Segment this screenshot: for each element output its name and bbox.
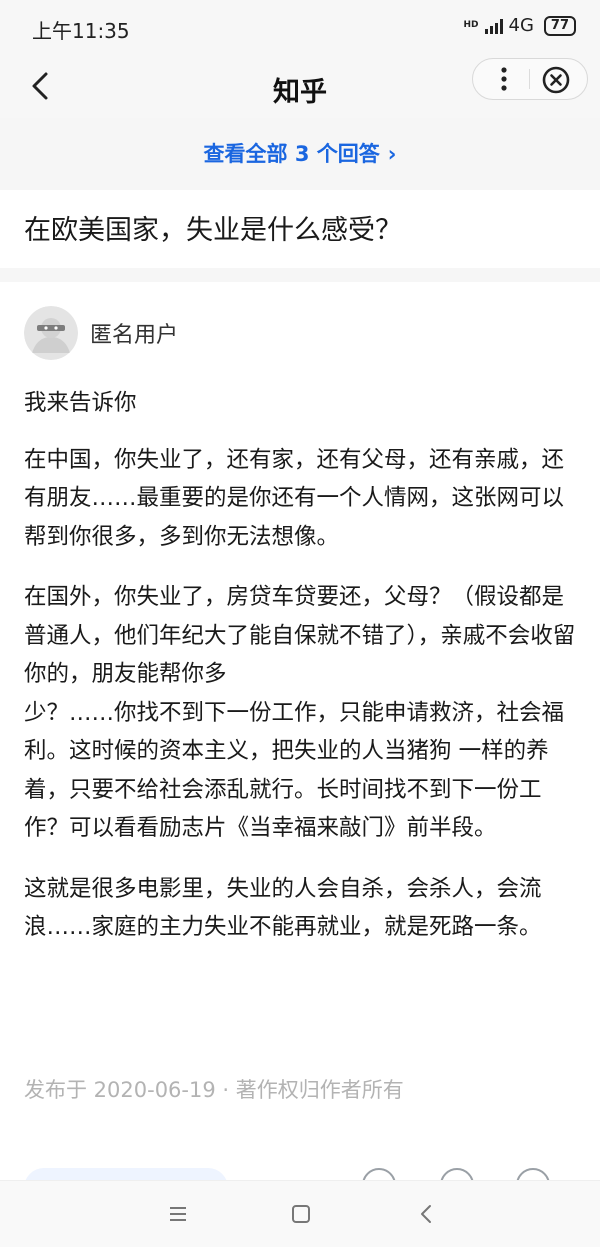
answer-paragraph: 在国外，你失业了，房贷车贷要还，父母？（假设都是普通人，他们年纪大了能自保就不错… (24, 584, 576, 841)
more-options-icon[interactable] (487, 62, 521, 96)
status-time: 上午11:35 (32, 19, 130, 43)
hd-indicator: HD (463, 20, 479, 30)
author-row[interactable]: 匿名用户 (24, 306, 178, 360)
star-icon[interactable] (440, 1168, 474, 1180)
status-indicators: HD 4G 77 (463, 15, 576, 36)
system-nav-bar (0, 1180, 600, 1247)
question-card[interactable]: 在欧美国家，失业是什么感受？ (0, 190, 600, 269)
anonymous-avatar (24, 306, 78, 360)
system-back-icon[interactable] (412, 1199, 442, 1229)
home-icon[interactable] (286, 1199, 316, 1229)
status-bar: 上午11:35 HD 4G 77 (0, 0, 600, 56)
answer-body: 我来告诉你 在中国，你失业了，还有家，还有父母，还有亲戚，还有朋友……最重要的是… (24, 384, 576, 969)
menu-icon[interactable] (163, 1199, 193, 1229)
signal-icon (484, 18, 503, 34)
author-name: 匿名用户 (90, 323, 179, 348)
upvote-button[interactable] (24, 1168, 228, 1180)
mini-program-capsule (472, 58, 588, 100)
close-circle-icon[interactable] (539, 63, 573, 97)
heart-icon[interactable] (362, 1168, 396, 1180)
comment-icon[interactable] (516, 1168, 550, 1180)
answer-action-bar (0, 1160, 600, 1180)
view-all-bar: 查看全部 3 个回答 › (0, 118, 600, 190)
answer-paragraph: 在中国，你失业了，还有家，还有父母，还有亲戚，还有朋友……最重要的是你还有一个人… (24, 446, 565, 550)
battery-icon: 77 (543, 15, 576, 36)
answer-paragraph: 这就是很多电影里，失业的人会自杀，会杀人，会流浪……家庭的主力失业不能再就业，就… (24, 875, 542, 941)
view-all-label: 查看全部 3 个回答 (203, 142, 380, 166)
publish-meta: 发布于 2020-06-19 · 著作权归作者所有 (24, 1078, 404, 1102)
nav-bar: 知乎 (0, 56, 600, 118)
capsule-divider (529, 69, 530, 89)
section-divider (0, 268, 600, 282)
question-title: 在欧美国家，失业是什么感受？ (24, 215, 402, 246)
answer-paragraph: 我来告诉你 (24, 390, 137, 416)
view-all-answers-link[interactable]: 查看全部 3 个回答 › (0, 138, 600, 168)
network-type: 4G (508, 15, 534, 36)
chevron-right-icon: › (387, 142, 397, 166)
